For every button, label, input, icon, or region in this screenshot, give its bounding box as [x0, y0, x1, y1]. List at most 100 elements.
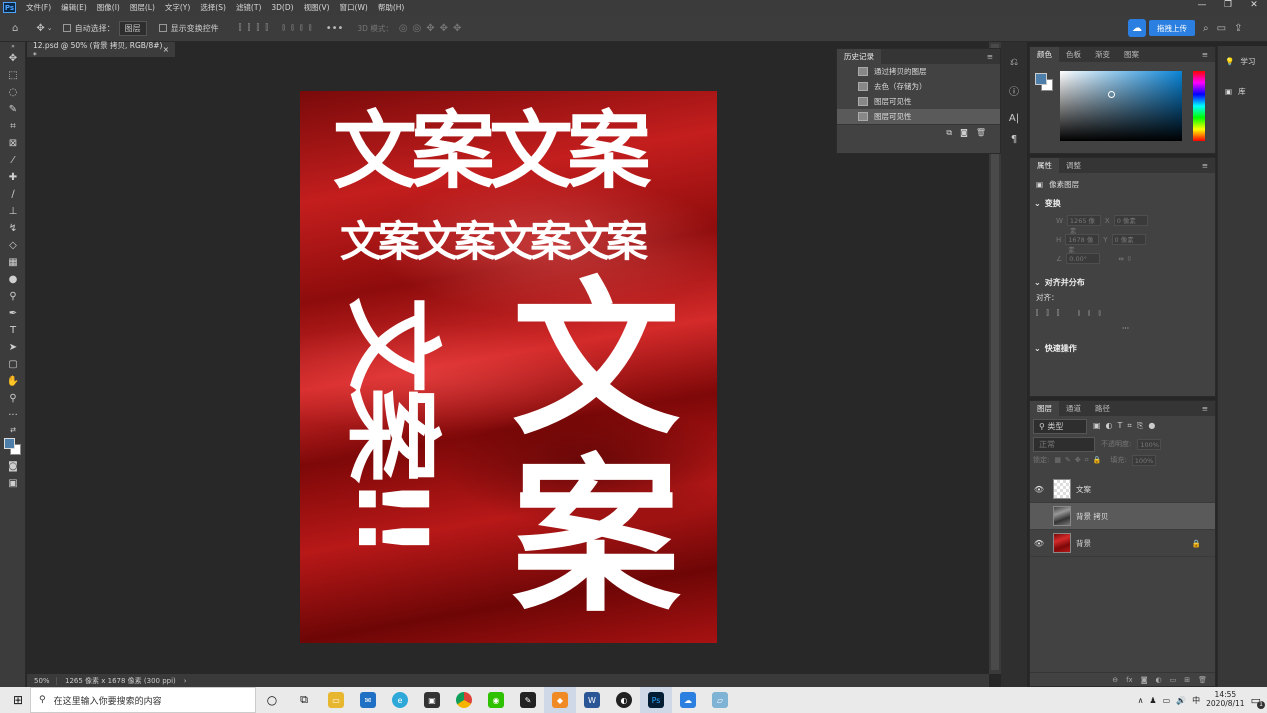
close-button[interactable]: ✕	[1241, 0, 1267, 10]
more-options-icon[interactable]: •••	[326, 23, 344, 34]
flip-icons[interactable]: ⇹ ⇳	[1118, 255, 1132, 263]
menu-3d[interactable]: 3D(D)	[266, 3, 298, 12]
healing-brush-tool-icon[interactable]: ✚	[0, 169, 26, 186]
menu-view[interactable]: 视图(V)	[299, 2, 335, 13]
tab-layers[interactable]: 图层	[1030, 401, 1059, 416]
libraries-button[interactable]: ▣ 库	[1218, 76, 1267, 106]
tab-swatches[interactable]: 色板	[1059, 47, 1088, 62]
x-field[interactable]: 0 像素	[1113, 215, 1148, 226]
notification-icon[interactable]: ▭ 1	[1251, 694, 1265, 709]
cortana-icon[interactable]: ○	[256, 687, 288, 713]
path-select-tool-icon[interactable]: ➤	[0, 339, 26, 356]
document-tab[interactable]: 12.psd @ 50% (背景 拷贝, RGB/8#) * ×	[27, 41, 175, 60]
layer-row[interactable]: 👁 文案	[1030, 476, 1215, 503]
crop-tool-icon[interactable]: ⌗	[0, 118, 26, 135]
move-tool-icon[interactable]: ✥	[36, 23, 44, 34]
photoshop-taskbar-icon[interactable]: Ps	[640, 687, 672, 713]
shape-tool-icon[interactable]: ▢	[0, 356, 26, 373]
lock-icons[interactable]: ▦✎✥⌗🔒	[1054, 456, 1105, 465]
chevron-down-icon[interactable]: ⌄	[47, 24, 53, 32]
menu-type[interactable]: 文字(Y)	[160, 2, 195, 13]
menu-edit[interactable]: 编辑(E)	[56, 2, 92, 13]
edit-toolbar-icon[interactable]: ···	[0, 407, 26, 424]
quick-select-tool-icon[interactable]: ✎	[0, 101, 26, 118]
add-mask-icon[interactable]: ◙	[1141, 676, 1148, 684]
type-tool-icon[interactable]: T	[0, 322, 26, 339]
edge-browser-icon[interactable]: e	[384, 687, 416, 713]
color-picker-field[interactable]	[1060, 71, 1182, 141]
menu-select[interactable]: 选择(S)	[195, 2, 231, 13]
ime-indicator[interactable]: 中	[1192, 695, 1200, 706]
eye-icon[interactable]: 👁	[1030, 539, 1048, 548]
filter-icons[interactable]: ▣◐T⌗⎘●	[1093, 421, 1160, 431]
close-tab-icon[interactable]: ×	[163, 45, 169, 54]
zoom-level[interactable]: 50%	[27, 676, 57, 685]
menu-help[interactable]: 帮助(H)	[373, 2, 410, 13]
new-doc-from-state-icon[interactable]: ⧉	[946, 128, 952, 138]
menu-window[interactable]: 窗口(W)	[335, 2, 373, 13]
tray-app-icon[interactable]: ♟	[1149, 696, 1156, 705]
screen-mode-icon[interactable]: ▣	[0, 475, 26, 492]
media-app-icon[interactable]: ◐	[608, 687, 640, 713]
frame-tool-icon[interactable]: ⊠	[0, 135, 26, 152]
align-buttons[interactable]: ⫿⫿⫿ ⫾⫾⫾	[1030, 304, 1215, 322]
wechat-icon[interactable]: ◉	[480, 687, 512, 713]
history-brush-tool-icon[interactable]: ↯	[0, 220, 26, 237]
history-item[interactable]: 去色（存储为）	[837, 79, 1000, 94]
tab-channels[interactable]: 通道	[1059, 401, 1088, 416]
store-icon[interactable]: ▣	[416, 687, 448, 713]
brush-tool-icon[interactable]: ∕	[0, 186, 26, 203]
taskbar-search[interactable]: ⚲ 在这里输入你要搜索的内容	[30, 687, 256, 713]
tab-paths[interactable]: 路径	[1088, 401, 1117, 416]
chevron-down-icon[interactable]: ⌄	[1034, 278, 1041, 287]
new-group-icon[interactable]: ▭	[1170, 676, 1177, 684]
hue-slider[interactable]	[1193, 71, 1205, 141]
menu-file[interactable]: 文件(F)	[21, 2, 56, 13]
eraser-tool-icon[interactable]: ◇	[0, 237, 26, 254]
folder-app-icon[interactable]: ▱	[704, 687, 736, 713]
canvas[interactable]: 文案文案 文案文案文案文案 文案!! 文 案	[300, 91, 717, 643]
tab-properties[interactable]: 属性	[1030, 158, 1059, 173]
network-icon[interactable]: ▭	[1163, 696, 1171, 705]
status-arrow-icon[interactable]: ›	[184, 677, 187, 685]
eye-icon[interactable]: 👁	[1030, 485, 1048, 494]
learn-button[interactable]: 💡 学习	[1218, 46, 1267, 76]
baidu-netdisk-icon[interactable]: ☁	[672, 687, 704, 713]
panel-menu-icon[interactable]: ≡	[980, 49, 1000, 64]
share-icon[interactable]: ⇪	[1234, 23, 1242, 34]
tab-adjustments[interactable]: 调整	[1059, 158, 1088, 173]
y-field[interactable]: 0 像素	[1111, 234, 1146, 245]
auto-select-dropdown[interactable]: 图层	[118, 20, 147, 36]
menu-image[interactable]: 图像(I)	[92, 2, 125, 13]
adjustment-layer-icon[interactable]: ◐	[1156, 676, 1162, 684]
document-info[interactable]: 1265 像素 x 1678 像素 (300 ppi)	[57, 676, 176, 686]
clone-stamp-tool-icon[interactable]: ⊥	[0, 203, 26, 220]
trash-icon[interactable]: 🗑	[976, 128, 986, 137]
panel-menu-icon[interactable]: ≡	[1195, 158, 1215, 173]
restore-button[interactable]: ❐	[1215, 0, 1241, 10]
tray-expand-icon[interactable]: ∧	[1138, 696, 1144, 705]
file-explorer-icon[interactable]: ▭	[320, 687, 352, 713]
swap-colors-icon[interactable]: ⇄	[0, 424, 26, 436]
minimize-button[interactable]: —	[1189, 0, 1215, 10]
layer-row-selected[interactable]: 背景 拷贝	[1030, 503, 1215, 530]
hand-tool-icon[interactable]: ✋	[0, 373, 26, 390]
width-field[interactable]: 1265 像素	[1066, 215, 1101, 235]
chevron-down-icon[interactable]: ⌄	[1034, 199, 1041, 208]
tab-history[interactable]: 历史记录	[837, 49, 881, 64]
menu-layer[interactable]: 图层(L)	[125, 2, 160, 13]
marquee-tool-icon[interactable]: ⬚	[0, 67, 26, 84]
info-panel-icon[interactable]: ⓘ	[1001, 76, 1027, 104]
lasso-tool-icon[interactable]: ◌	[0, 84, 26, 101]
fill-field[interactable]: 100%	[1131, 454, 1156, 466]
upload-button[interactable]: 拖拽上传	[1149, 20, 1195, 36]
panel-menu-icon[interactable]: ≡	[1195, 47, 1215, 62]
link-layers-icon[interactable]: ⊖	[1112, 676, 1118, 684]
opacity-field[interactable]: 100%	[1137, 438, 1162, 450]
layer-filter-dropdown[interactable]: ⚲ 类型	[1033, 418, 1087, 434]
dodge-tool-icon[interactable]: ⚲	[0, 288, 26, 305]
tab-gradients[interactable]: 渐变	[1088, 47, 1117, 62]
mail-icon[interactable]: ✉	[352, 687, 384, 713]
tab-color[interactable]: 颜色	[1030, 47, 1059, 62]
more-align-icon[interactable]: ···	[1030, 322, 1215, 334]
